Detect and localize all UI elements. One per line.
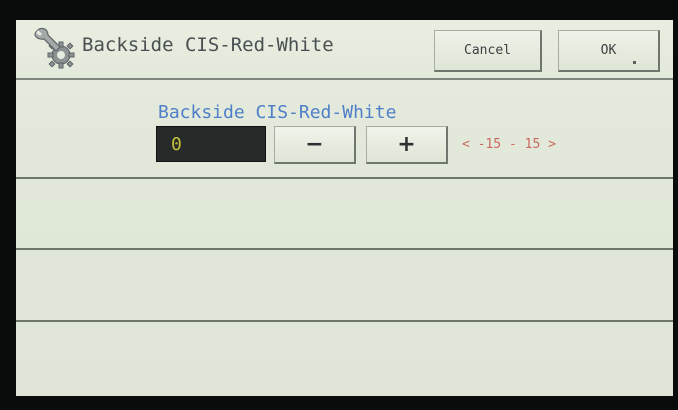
range-hint: < -15 - 15 > — [462, 137, 556, 152]
screen-title: Backside CIS-Red-White — [82, 34, 334, 56]
adjust-row: Backside CIS-Red-White 0 − + < -15 - 15 … — [16, 80, 673, 179]
cancel-button-label: Cancel — [464, 43, 511, 58]
empty-row — [16, 250, 673, 322]
value-text: 0 — [171, 134, 182, 155]
field-label: Backside CIS-Red-White — [158, 102, 397, 123]
empty-row — [16, 179, 673, 250]
ok-indicator-dot — [633, 61, 636, 64]
decrement-button[interactable]: − — [274, 126, 356, 164]
ok-button[interactable]: OK — [558, 30, 660, 72]
value-field[interactable]: 0 — [156, 126, 266, 162]
increment-button[interactable]: + — [366, 126, 448, 164]
empty-row — [16, 322, 673, 396]
touch-screen: Backside CIS-Red-White Cancel OK Backsid… — [16, 20, 673, 396]
wrench-gear-icon — [34, 27, 75, 69]
cancel-button[interactable]: Cancel — [434, 30, 542, 72]
plus-icon: + — [397, 132, 416, 157]
ok-button-label: OK — [600, 43, 617, 58]
header-bar: Backside CIS-Red-White Cancel OK — [16, 20, 673, 80]
minus-icon: − — [305, 132, 324, 157]
